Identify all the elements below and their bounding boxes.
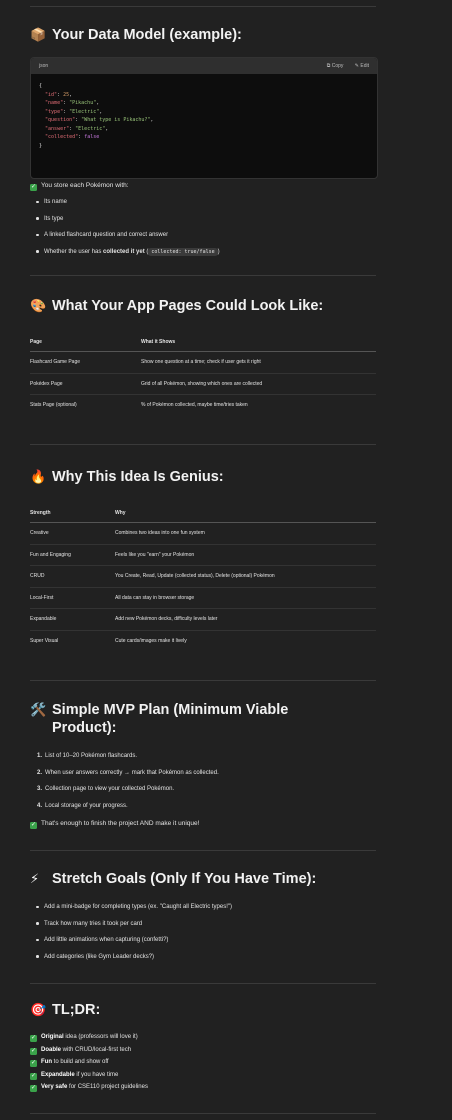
check-icon: ✓ (30, 1060, 37, 1067)
package-icon: 📦 (30, 27, 47, 42)
table-header-row: Page What it Shows (30, 333, 376, 352)
list-item: 4. Local storage of your progress. (36, 802, 128, 809)
list-item: Add little animations when capturing (co… (36, 936, 376, 953)
mvp-list: 1. List of 10–20 Pokémon flashcards. 2. Wh… (30, 752, 376, 818)
fire-icon: 🔥 (30, 469, 47, 484)
list-item: ✓ Very safe for CSE110 project guidelines (30, 1084, 148, 1092)
code-line: "answer": "Electric", (45, 125, 109, 132)
check-icon: ✓ (30, 1085, 37, 1092)
list-item: Whether the user has collected it yet (c… (36, 247, 376, 265)
code-line: "question": "What type is Pikachu?", (45, 117, 154, 123)
code-line: "name": "Pikachu", (45, 100, 100, 106)
section-heading-data-model: 📦 Your Data Model (example): (30, 27, 242, 43)
divider (30, 444, 376, 445)
palette-icon: 🎨 (30, 298, 47, 313)
divider (30, 1113, 376, 1114)
code-line: "collected": false (45, 134, 100, 140)
list-item: ✓ Doable with CRUD/local-first tech (30, 1046, 132, 1055)
code-block: json ⧉ Copy ✎ Edit { "id": 25, "name": "… (30, 57, 378, 179)
code-content: { "id": 25, "name": "Pikachu", "type": "… (31, 74, 377, 158)
table-row: Flashcard Game Page Show one question at … (30, 351, 376, 374)
list-item: Its type (36, 215, 376, 232)
table-row: Super Visual Cute cards/images make it li… (30, 637, 187, 644)
code-line: "id": 25, (45, 91, 73, 98)
list-item: ✓ Expandable if you have time (30, 1071, 119, 1080)
list-item: 2. When user answers correctly → mark tha… (36, 769, 219, 776)
divider (30, 680, 376, 681)
divider (30, 275, 376, 276)
list-item: 3. Collection page to view your collected… (36, 786, 175, 792)
section-heading-app-pages: 🎨 What Your App Pages Could Look Like: (30, 298, 324, 314)
list-item: A linked flashcard question and correct … (36, 231, 376, 248)
copy-button[interactable]: ⧉ Copy (327, 63, 344, 69)
list-item: Its name (36, 198, 376, 215)
pages-table: Page What it Shows Flashcard Game Page Sh… (30, 333, 376, 416)
check-icon: ✓ (30, 1072, 37, 1080)
divider (30, 983, 376, 984)
code-block-header: json ⧉ Copy ✎ Edit (31, 58, 377, 74)
table-row: Creative Combines two ideas into one fun … (30, 522, 376, 545)
divider (30, 850, 376, 851)
tldr-list: ✓ Original idea (professors will love it)… (30, 1034, 376, 1097)
list-item: 1. List of 10–20 Pokémon flashcards. (36, 753, 138, 759)
strengths-table: Strength Why Creative Combines two ideas i… (30, 504, 376, 651)
list-item: Add categories (like Gym Leader decks?) (36, 953, 376, 970)
table-row: CRUD You Create, Read, Update (collected … (30, 565, 376, 588)
list-item: Track how many tries it took per card (36, 920, 376, 937)
tools-icon: 🛠️ (30, 702, 47, 717)
list-item: ✓ Fun to build and show off (30, 1059, 109, 1067)
data-model-list: Its name Its type A linked flashcard que… (36, 198, 376, 264)
enough-text: ✓ That's enough to finish the project AND… (30, 820, 200, 829)
section-heading-mvp: 🛠️ Simple MVP Plan (Minimum Viable Produc… (30, 702, 289, 736)
table-row: Stats Page (optional)% of Pokémon collec… (30, 402, 248, 409)
check-icon: ✓ (30, 184, 37, 191)
list-item: Add a mini-badge for completing types (e… (36, 903, 376, 920)
section-heading-genius: 🔥 Why This Idea Is Genius: (30, 469, 224, 485)
lightning-icon: ⚡ (30, 871, 40, 886)
list-item: ✓ Original idea (professors will love it) (30, 1034, 138, 1042)
divider (30, 6, 376, 7)
stretch-goals-list: Add a mini-badge for completing types (e… (36, 903, 376, 969)
inline-code: collected: true/false (148, 247, 218, 256)
target-icon: 🎯 (30, 1002, 47, 1017)
section-heading-tldr: 🎯 TL;DR: (30, 1002, 101, 1018)
table-row: Pokédex Page Grid of all Pokémon, showing… (30, 373, 376, 395)
edit-button[interactable]: ✎ Edit (355, 63, 369, 69)
section-heading-stretch-goals: ⚡ Stretch Goals (Only If You Have Time): (30, 871, 317, 887)
check-icon: ✓ (30, 1047, 37, 1055)
code-line: "type": "Electric", (45, 108, 103, 115)
check-icon: ✓ (30, 1035, 37, 1042)
check-icon: ✓ (30, 822, 37, 829)
table-row: Fun and Engaging Feels like you "earn" yo… (30, 544, 376, 566)
table-row: Local-First All data can stay in browser … (30, 587, 376, 609)
stored-text: ✓ You store each Pokémon with: (30, 182, 129, 191)
table-header-row: Strength Why (30, 504, 376, 523)
table-row: Expandable Add new Pokémon decks, difficu… (30, 608, 376, 631)
code-language: json (39, 63, 49, 69)
